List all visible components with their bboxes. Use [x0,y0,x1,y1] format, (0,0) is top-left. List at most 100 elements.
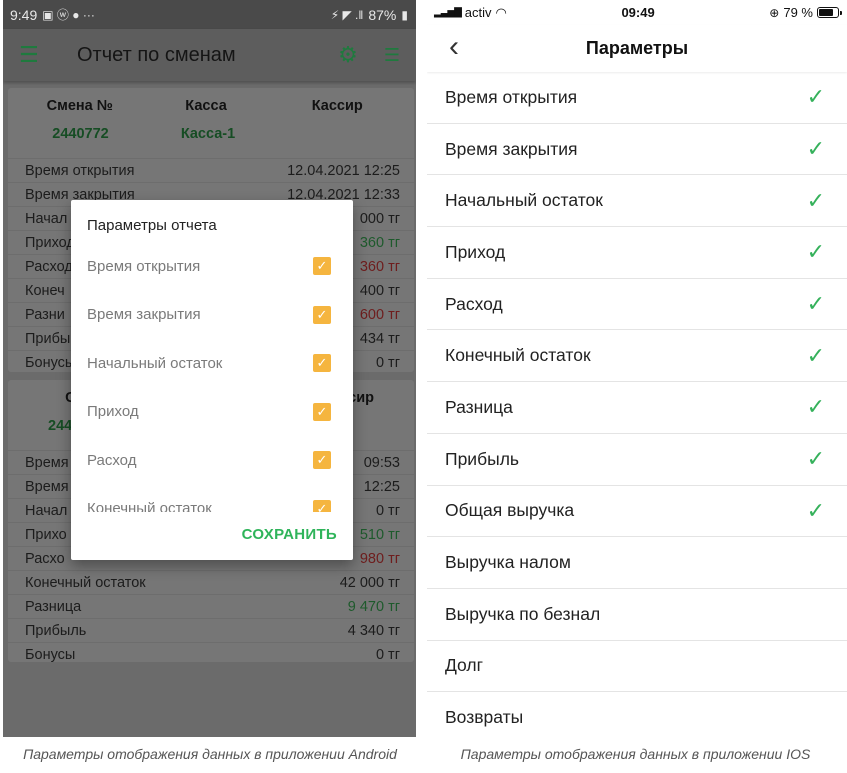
row-label: Время [25,479,69,495]
checkmark-icon: ✓ [806,342,825,368]
row-label: Начал [25,211,68,227]
dialog-option[interactable]: Приход ✓ [71,388,353,437]
item-label: Выручка по безнал [445,603,601,624]
battery-icon: ▮ [401,7,408,22]
option-label: Расход [87,451,137,469]
list-item[interactable]: Разница ✓ [427,382,847,434]
filter-icon[interactable]: ☰ [384,45,400,66]
list-item[interactable]: Долг [427,641,847,693]
save-button[interactable]: СОХРАНИТЬ [242,526,337,543]
gear-icon[interactable]: ⚙ [338,42,358,68]
signal-icons: ⚡ ◤ .‖ [330,7,364,22]
list-item[interactable]: Прибыль ✓ [427,434,847,486]
checkbox[interactable]: ✓ [313,499,331,512]
row-value: 0 тг [375,647,400,663]
orientation-lock-icon: ⊕ [769,5,780,20]
row-value: 9 470 тг [347,599,400,615]
row-value: 0 тг [375,503,400,519]
table-row: Прибыль 4 340 тг [8,618,414,642]
row-value: 09:53 [363,455,400,471]
option-label: Приход [87,403,139,421]
list-item[interactable]: Время открытия ✓ [427,72,847,124]
checkbox[interactable]: ✓ [313,451,331,470]
battery-level: 79 % [783,5,813,20]
option-label: Начальный остаток [87,354,223,372]
header-shift-no: Смена № [46,98,113,114]
table-row: Конечный остаток 42 000 тг [8,570,414,594]
row-value: 400 тг [359,283,400,299]
dialog-option[interactable]: Время открытия ✓ [71,242,353,291]
checkmark-icon: ✓ [806,84,825,110]
list-item[interactable]: Приход ✓ [427,227,847,279]
signal-bars-icon: ▂▃▅▇ [434,7,462,18]
battery-icon [816,7,842,18]
list-item[interactable]: Общая выручка ✓ [427,486,847,538]
shift-card-values: 2440772 Касса-1 [8,114,414,156]
page-title: Параметры [585,38,689,58]
row-label: Разни [25,307,65,323]
ios-screen: ▂▃▅▇ activ ◠ 09:49 ⊕ 79 % ‹ Параметры Вр… [427,0,847,737]
item-label: Расход [445,293,503,314]
back-chevron-icon[interactable]: ‹ [449,32,459,62]
checkmark-icon: ✓ [806,394,825,420]
list-item[interactable]: Конечный остаток ✓ [427,330,847,383]
list-item[interactable]: Выручка налом [427,537,847,589]
shift-number: 2440772 [52,126,109,142]
row-label: Расхо [25,551,65,567]
option-label: Время закрытия [87,306,201,324]
row-value: 510 тг [359,527,400,543]
checkbox[interactable]: ✓ [313,402,331,421]
header-cashbox: Касса [185,98,227,114]
row-label: Бонусы [25,355,76,371]
caption-android: Параметры отображения данных в приложени… [23,746,397,762]
dialog-option[interactable]: Расход ✓ [71,436,353,485]
row-label: Прихо [25,527,67,543]
checkbox[interactable]: ✓ [313,257,331,276]
list-item[interactable]: Выручка по безнал [427,589,847,641]
item-label: Разница [445,396,513,417]
dialog-option[interactable]: Конечный остаток ✓ [71,485,353,512]
dialog-option-list[interactable]: Время открытия ✓ Время закрытия ✓ Начальный … [71,242,353,512]
row-value: 4 340 тг [347,623,400,639]
notification-icons: ▣ ⓦ ● ··· [42,8,95,22]
checkbox[interactable]: ✓ [313,354,331,373]
option-label: Конечный остаток [87,500,212,512]
row-label: Прибы [25,331,71,347]
checkmark-icon: ✓ [806,291,825,317]
checkmark-icon: ✓ [806,187,825,213]
header-cashier: Кассир [311,98,363,114]
item-label: Долг [445,655,483,676]
checkmark-icon: ✓ [806,446,825,472]
item-label: Общая выручка [445,500,575,521]
list-item[interactable]: Начальный остаток ✓ [427,175,847,228]
item-label: Приход [445,241,506,262]
table-row: Разница 9 470 тг [8,594,414,618]
list-item[interactable]: Время закрытия ✓ [427,124,847,176]
item-label: Время открытия [445,86,578,107]
android-status-bar: 9:49 ▣ ⓦ ● ··· ⚡ ◤ .‖ 87% ▮ [3,0,416,29]
row-label: Прибыль [25,623,87,639]
hamburger-menu-icon[interactable]: ☰ [19,42,49,68]
ios-nav-bar: ‹ Параметры [427,25,847,72]
dialog-option[interactable]: Время закрытия ✓ [71,291,353,340]
shift-card-header: Смена № Касса Кассир [8,88,414,114]
row-value: 12:25 [363,479,400,495]
row-value: 000 тг [359,211,400,227]
row-label: Приход [25,235,75,251]
wifi-icon: ◠ [495,4,507,20]
table-row: Время открытия 12.04.2021 12:25 [8,158,414,182]
row-value: 12.04.2021 12:25 [287,163,400,179]
list-item[interactable]: Расход ✓ [427,279,847,331]
item-label: Возвраты [445,707,524,728]
row-label: Время открытия [25,163,135,179]
row-value: 360 тг [359,235,400,251]
item-label: Прибыль [445,448,520,469]
dialog-title: Параметры отчета [87,217,217,234]
list-item[interactable]: Возвраты [427,692,847,737]
dialog-actions: СОХРАНИТЬ [71,512,353,560]
checkmark-icon: ✓ [806,239,825,265]
checkbox[interactable]: ✓ [313,305,331,324]
caption-ios: Параметры отображения данных в приложени… [460,746,811,762]
android-screen: 9:49 ▣ ⓦ ● ··· ⚡ ◤ .‖ 87% ▮ ☰ Отчет по с… [3,0,416,737]
dialog-option[interactable]: Начальный остаток ✓ [71,339,353,388]
